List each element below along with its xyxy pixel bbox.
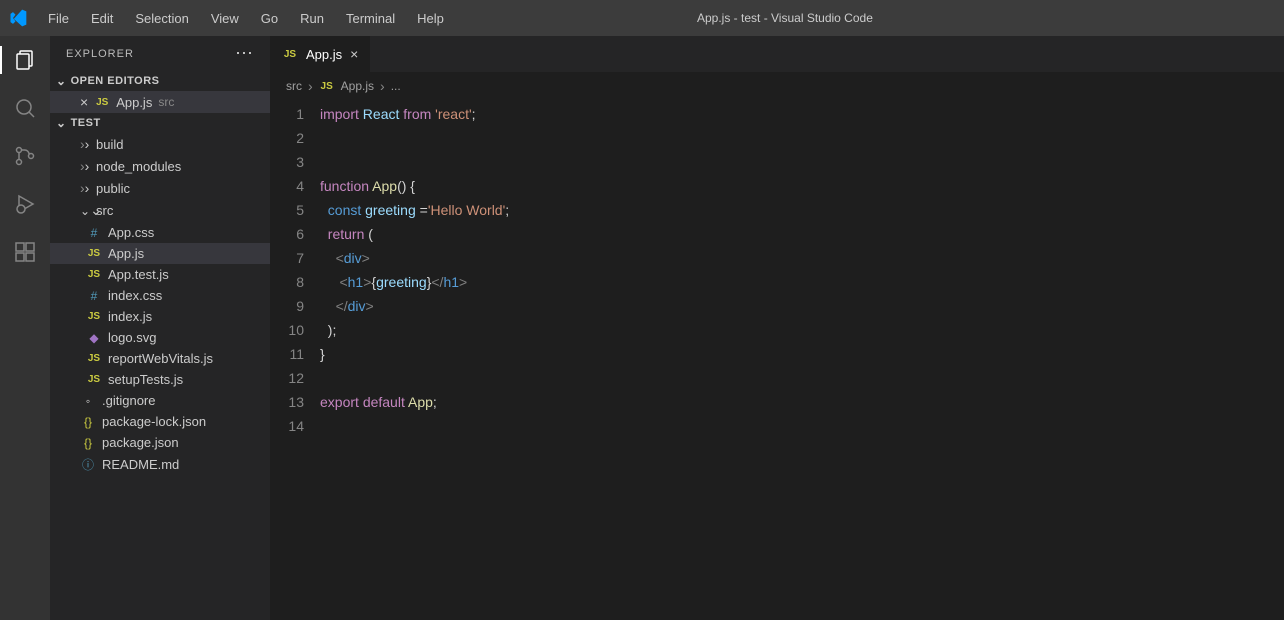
css-icon: # xyxy=(86,226,102,240)
editor-tab[interactable]: JS App.js × xyxy=(270,36,371,72)
chevron-right-icon: › xyxy=(80,136,90,152)
sidebar-title: EXPLORER xyxy=(66,48,134,60)
menu-edit[interactable]: Edit xyxy=(81,5,123,32)
folder-item[interactable]: ⌄src xyxy=(50,199,270,222)
menu-run[interactable]: Run xyxy=(290,5,334,32)
open-editor-item[interactable]: × JS App.js src xyxy=(50,91,270,113)
editor-tabs: JS App.js × xyxy=(270,36,1284,72)
menu-terminal[interactable]: Terminal xyxy=(336,5,405,32)
menu-help[interactable]: Help xyxy=(407,5,454,32)
search-icon[interactable] xyxy=(11,94,39,122)
chevron-right-icon: › xyxy=(80,180,90,196)
json-icon: {} xyxy=(80,415,96,429)
activity-bar xyxy=(0,36,50,620)
code-content[interactable]: import React from 'react'; function App(… xyxy=(320,102,1284,620)
explorer-icon[interactable] xyxy=(0,46,50,74)
file-item[interactable]: JSApp.test.js xyxy=(50,264,270,285)
more-icon[interactable]: ⋯ xyxy=(235,43,254,64)
open-editors-header[interactable]: OPEN EDITORS xyxy=(50,71,270,91)
file-item[interactable]: JSApp.js xyxy=(50,243,270,264)
breadcrumb[interactable]: src JS App.js ... xyxy=(270,72,1284,100)
line-gutter: 1234567891011121314 xyxy=(270,102,320,620)
chevron-right-icon xyxy=(308,78,313,94)
js-icon: JS xyxy=(86,269,102,280)
md-icon: ⓘ xyxy=(80,456,96,473)
folder-item[interactable]: ›build xyxy=(50,133,270,155)
vscode-logo-icon xyxy=(8,8,28,28)
folder-item[interactable]: ›public xyxy=(50,177,270,199)
source-control-icon[interactable] xyxy=(11,142,39,170)
chevron-right-icon: › xyxy=(80,158,90,174)
js-icon: JS xyxy=(86,311,102,322)
extensions-icon[interactable] xyxy=(11,238,39,266)
file-item[interactable]: ◦.gitignore xyxy=(50,390,270,411)
js-icon: JS xyxy=(319,81,335,92)
chevron-down-icon: ⌄ xyxy=(80,202,90,219)
js-icon: JS xyxy=(86,353,102,364)
chevron-down-icon xyxy=(56,74,67,88)
run-debug-icon[interactable] xyxy=(11,190,39,218)
menu-go[interactable]: Go xyxy=(251,5,288,32)
sidebar-header: EXPLORER ⋯ xyxy=(50,36,270,71)
css-icon: # xyxy=(86,289,102,303)
close-icon[interactable]: × xyxy=(350,46,358,62)
file-item[interactable]: JSreportWebVitals.js xyxy=(50,348,270,369)
chevron-right-icon xyxy=(380,78,385,94)
file-tree: ›build›node_modules›public⌄src#App.cssJS… xyxy=(50,133,270,620)
git-icon: ◦ xyxy=(80,394,96,408)
file-item[interactable]: #index.css xyxy=(50,285,270,306)
menu-selection[interactable]: Selection xyxy=(125,5,198,32)
js-icon: JS xyxy=(282,49,298,60)
menu-view[interactable]: View xyxy=(201,5,249,32)
menu-file[interactable]: File xyxy=(38,5,79,32)
file-item[interactable]: ◆logo.svg xyxy=(50,327,270,348)
editor: JS App.js × src JS App.js ... 1234567891… xyxy=(270,36,1284,620)
js-icon: JS xyxy=(86,374,102,385)
file-item[interactable]: JSindex.js xyxy=(50,306,270,327)
sidebar: EXPLORER ⋯ OPEN EDITORS × JS App.js src … xyxy=(50,36,270,620)
workspace-header[interactable]: TEST xyxy=(50,113,270,133)
titlebar: File Edit Selection View Go Run Terminal… xyxy=(0,0,1284,36)
file-item[interactable]: JSsetupTests.js xyxy=(50,369,270,390)
file-item[interactable]: {}package-lock.json xyxy=(50,411,270,432)
folder-item[interactable]: ›node_modules xyxy=(50,155,270,177)
file-item[interactable]: ⓘREADME.md xyxy=(50,453,270,476)
file-item[interactable]: {}package.json xyxy=(50,432,270,453)
window-title: App.js - test - Visual Studio Code xyxy=(454,11,1116,25)
file-item[interactable]: #App.css xyxy=(50,222,270,243)
chevron-down-icon xyxy=(56,116,67,130)
json-icon: {} xyxy=(80,436,96,450)
js-icon: JS xyxy=(94,97,110,108)
js-icon: JS xyxy=(86,248,102,259)
close-icon[interactable]: × xyxy=(80,94,88,110)
svg-icon: ◆ xyxy=(86,331,102,345)
code-editor[interactable]: 1234567891011121314 import React from 'r… xyxy=(270,100,1284,620)
menu-bar: File Edit Selection View Go Run Terminal… xyxy=(38,5,454,32)
